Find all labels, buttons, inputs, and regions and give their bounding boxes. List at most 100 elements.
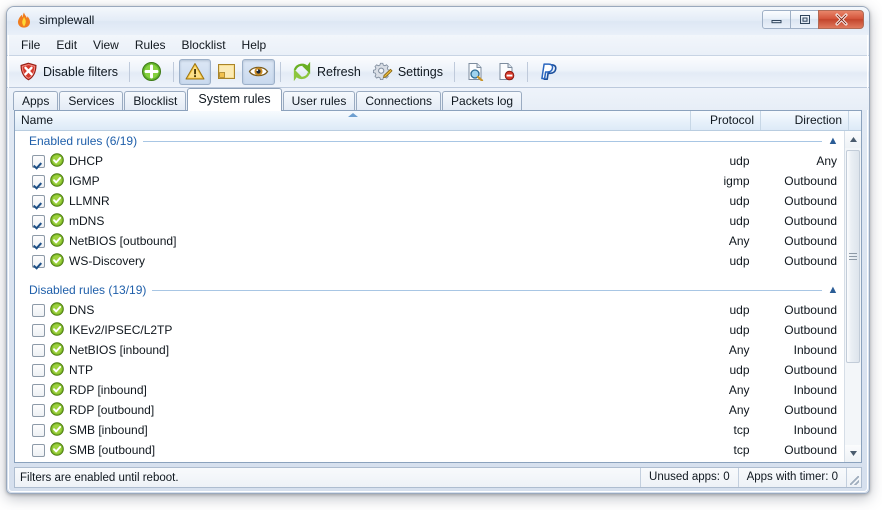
- rule-protocol-cell: udp: [729, 214, 750, 228]
- tab-user-rules[interactable]: User rules: [282, 91, 356, 110]
- table-row[interactable]: RDP [outbound] Any Outbound: [15, 400, 844, 420]
- add-circle-icon: [141, 61, 162, 82]
- tab-services[interactable]: Services: [59, 91, 124, 110]
- rule-status-icon: [50, 192, 64, 210]
- rule-checkbox[interactable]: [32, 214, 45, 228]
- open-log-button[interactable]: [460, 59, 491, 85]
- table-row[interactable]: IKEv2/IPSEC/L2TP udp Outbound: [15, 320, 844, 340]
- rule-protocol-cell: Any: [728, 383, 750, 397]
- rule-name-label: NetBIOS [outbound]: [69, 234, 177, 248]
- rule-status-icon: [50, 172, 64, 190]
- rule-protocol-cell: Any: [728, 234, 750, 248]
- tab-system-rules[interactable]: System rules: [187, 88, 282, 111]
- table-row[interactable]: NetBIOS [outbound] Any Outbound: [15, 231, 844, 251]
- flame-icon: [17, 12, 31, 28]
- rule-name-label: IKEv2/IPSEC/L2TP: [69, 323, 173, 337]
- rule-checkbox[interactable]: [32, 363, 45, 377]
- toolbar: Disable filters Refresh Settings: [7, 56, 869, 88]
- show-hidden-button[interactable]: [242, 58, 276, 85]
- menu-rules[interactable]: Rules: [127, 36, 174, 54]
- group-header-disabled-rules[interactable]: Disabled rules (13/19) ▲: [15, 280, 844, 300]
- rule-checkbox[interactable]: [32, 303, 45, 317]
- rule-checkbox[interactable]: [32, 174, 45, 188]
- table-row[interactable]: LLMNR udp Outbound: [15, 191, 844, 211]
- rule-checkbox[interactable]: [32, 383, 45, 397]
- table-row[interactable]: RDP [inbound] Any Inbound: [15, 380, 844, 400]
- notification-window-button[interactable]: [211, 59, 242, 85]
- table-row[interactable]: DNS udp Outbound: [15, 300, 844, 320]
- add-rule-button[interactable]: [135, 59, 168, 85]
- menu-view[interactable]: View: [85, 36, 127, 54]
- chevron-up-icon[interactable]: ▲: [822, 284, 844, 296]
- menu-file[interactable]: File: [13, 36, 48, 54]
- rule-checkbox[interactable]: [32, 443, 45, 457]
- resize-grip-icon[interactable]: [846, 468, 861, 487]
- refresh-button[interactable]: Refresh: [286, 59, 367, 85]
- table-row[interactable]: DHCP udp Any: [15, 151, 844, 171]
- rule-direction-cell: Outbound: [784, 403, 837, 417]
- rule-checkbox[interactable]: [32, 423, 45, 437]
- rule-direction-cell: Inbound: [793, 343, 837, 357]
- rule-checkbox[interactable]: [32, 254, 45, 268]
- rule-checkbox[interactable]: [32, 194, 45, 208]
- rule-direction-cell: Outbound: [784, 363, 837, 377]
- rule-status-icon: [50, 232, 64, 250]
- tab-packets-log[interactable]: Packets log: [442, 91, 523, 110]
- column-header-name-label: Name: [21, 113, 54, 127]
- tab-apps[interactable]: Apps: [13, 91, 59, 110]
- table-row[interactable]: IGMP igmp Outbound: [15, 171, 844, 191]
- scroll-up-button[interactable]: [845, 131, 861, 148]
- scrollbar-thumb[interactable]: [846, 150, 860, 363]
- table-row[interactable]: SMB [outbound] tcp Outbound: [15, 440, 844, 460]
- rule-status-icon: [50, 401, 64, 419]
- scroll-down-button[interactable]: [845, 445, 861, 462]
- donate-button[interactable]: [533, 59, 565, 85]
- window-title: simplewall: [39, 13, 95, 27]
- column-header-protocol[interactable]: Protocol: [691, 111, 761, 130]
- rule-name-label: DHCP: [69, 154, 104, 168]
- toolbar-separator-1: [129, 61, 131, 82]
- rule-checkbox[interactable]: [32, 234, 45, 248]
- group-header-divider: [152, 289, 822, 291]
- settings-button[interactable]: Settings: [367, 59, 449, 85]
- rule-checkbox[interactable]: [32, 154, 45, 168]
- column-header-name[interactable]: Name: [15, 111, 691, 130]
- toolbar-separator-3: [280, 61, 282, 82]
- warning-notifications-button[interactable]: [179, 58, 212, 85]
- table-row[interactable]: NetBIOS [inbound] Any Inbound: [15, 340, 844, 360]
- clear-log-button[interactable]: [491, 59, 522, 85]
- column-header-direction[interactable]: Direction: [761, 111, 849, 130]
- warning-triangle-icon: [185, 62, 205, 81]
- rule-checkbox[interactable]: [32, 403, 45, 417]
- rule-direction-cell: Any: [816, 154, 837, 168]
- close-button[interactable]: [818, 10, 864, 29]
- disable-filters-button[interactable]: Disable filters: [13, 59, 124, 85]
- rule-status-icon: [50, 381, 64, 399]
- minimize-button[interactable]: [762, 10, 791, 29]
- table-row[interactable]: mDNS udp Outbound: [15, 211, 844, 231]
- menu-blocklist[interactable]: Blocklist: [174, 36, 234, 54]
- table-row[interactable]: SMB [inbound] tcp Inbound: [15, 420, 844, 440]
- rule-checkbox[interactable]: [32, 323, 45, 337]
- table-row[interactable]: WS-Discovery udp Outbound: [15, 251, 844, 271]
- rule-name-cell: LLMNR: [15, 192, 687, 210]
- rule-protocol-cell: igmp: [723, 174, 750, 188]
- rule-name-cell: DNS: [15, 301, 687, 319]
- rule-protocol-cell: udp: [729, 363, 750, 377]
- chevron-up-icon[interactable]: ▲: [822, 135, 844, 147]
- rule-name-cell: NTP: [15, 361, 687, 379]
- menu-help[interactable]: Help: [234, 36, 275, 54]
- group-header-enabled-rules[interactable]: Enabled rules (6/19) ▲: [15, 131, 844, 151]
- tab-connections[interactable]: Connections: [356, 91, 442, 110]
- rule-checkbox[interactable]: [32, 343, 45, 357]
- group-header-disabled-label: Disabled rules (13/19): [29, 283, 147, 297]
- refresh-label: Refresh: [317, 64, 361, 79]
- vertical-scrollbar[interactable]: [844, 131, 861, 462]
- maximize-button[interactable]: [790, 10, 819, 29]
- rule-status-icon: [50, 321, 64, 339]
- menu-edit[interactable]: Edit: [48, 36, 85, 54]
- rule-status-icon: [50, 341, 64, 359]
- tab-blocklist[interactable]: Blocklist: [124, 91, 187, 110]
- rule-direction-cell: Outbound: [784, 254, 837, 268]
- table-row[interactable]: NTP udp Outbound: [15, 360, 844, 380]
